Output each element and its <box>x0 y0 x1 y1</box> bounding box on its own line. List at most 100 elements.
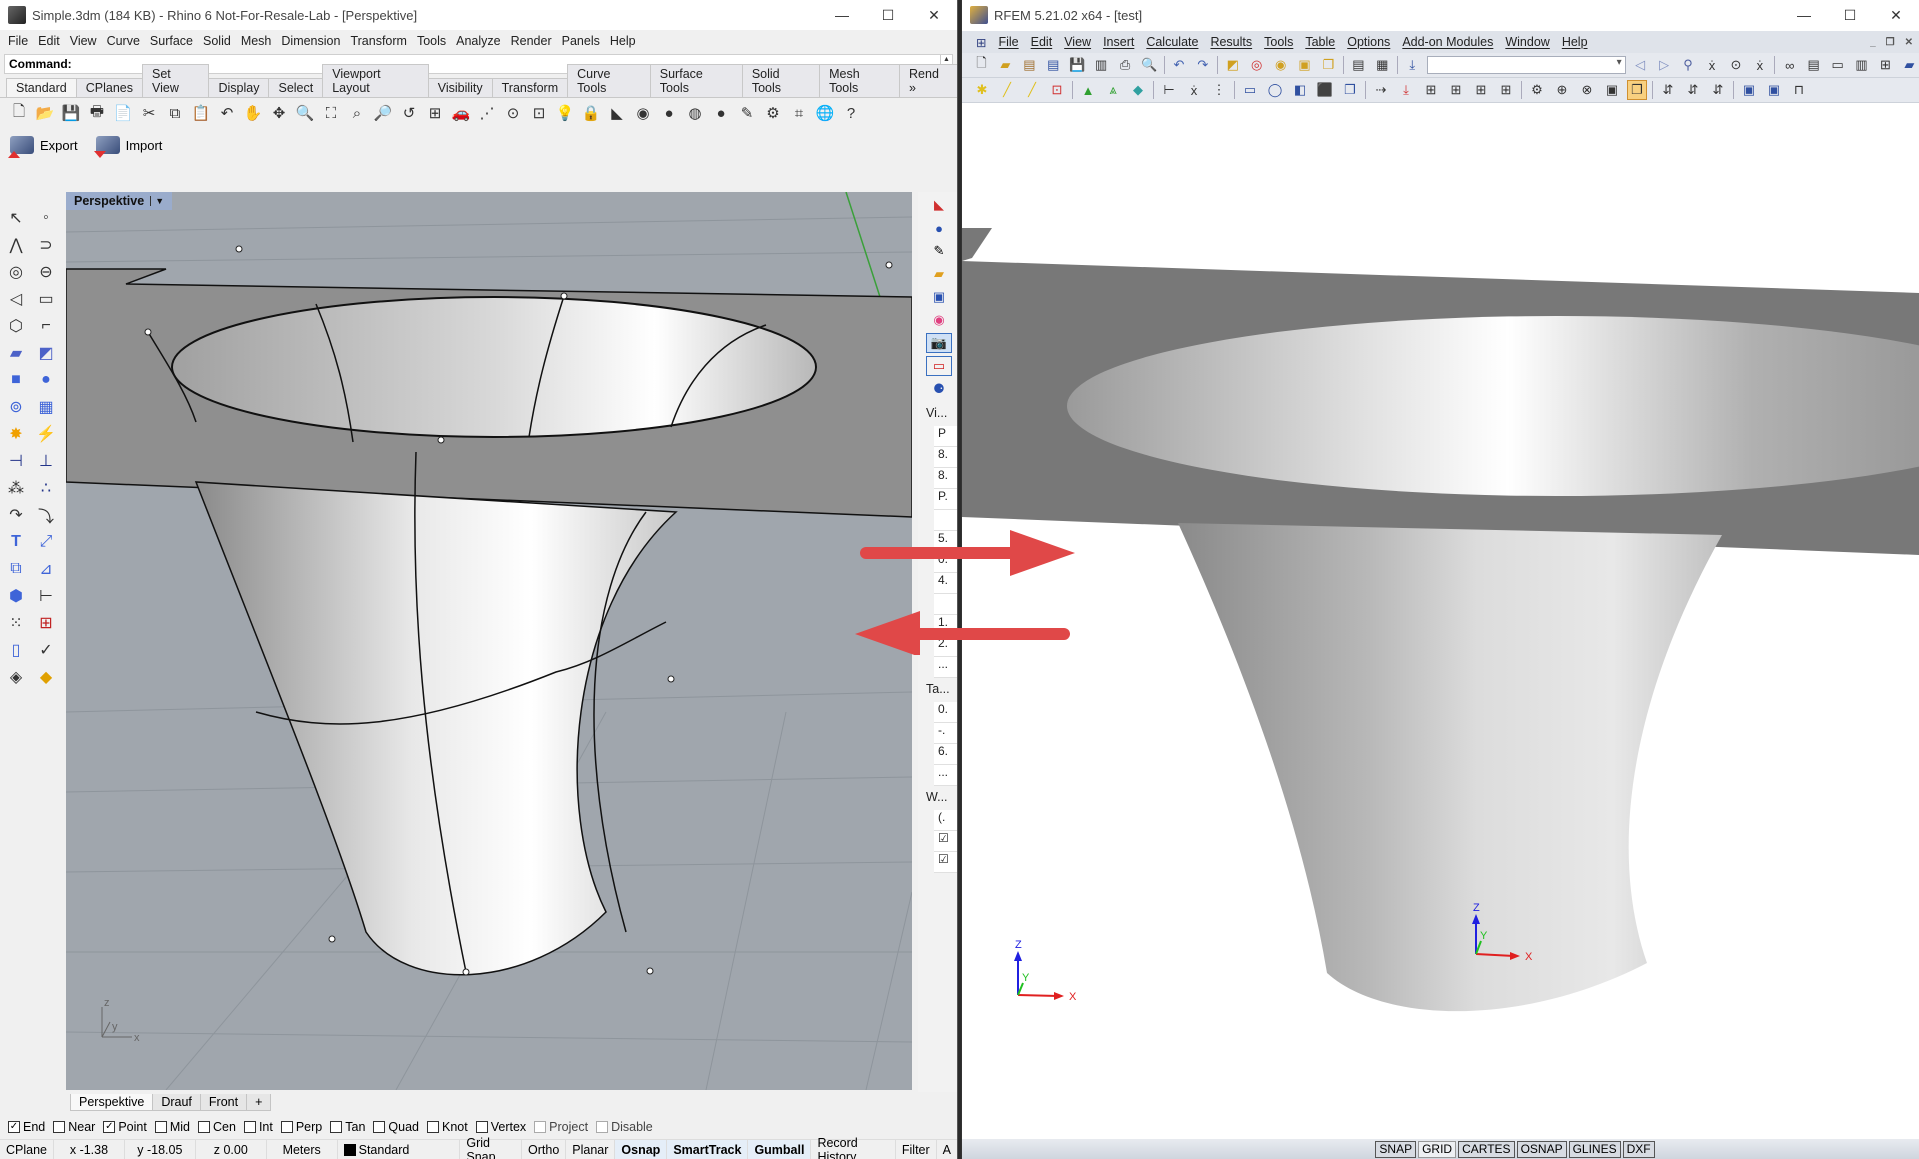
maximize-button[interactable]: ☐ <box>1827 0 1873 30</box>
render-icon[interactable]: ◈ <box>4 666 28 688</box>
status-toggle-grid[interactable]: GRID <box>1418 1140 1457 1158</box>
menu-results[interactable]: Results <box>1204 35 1258 49</box>
record-history-toggle[interactable]: Record History <box>811 1136 896 1159</box>
status-toggle-dxf[interactable]: DXF <box>1622 1140 1655 1158</box>
tab-mesh-tools[interactable]: Mesh Tools <box>819 64 901 97</box>
property-cell[interactable]: -. <box>934 723 957 744</box>
zoom-selected-icon[interactable]: 🔎 <box>372 102 394 124</box>
point-icon[interactable]: ◦ <box>34 207 58 229</box>
osnap-point-icon[interactable]: ⊡ <box>528 102 550 124</box>
group-icon[interactable]: ⁂ <box>4 477 28 499</box>
status-toggle-osnap[interactable]: OSNAP <box>1516 1140 1567 1158</box>
menu-dimension[interactable]: Dimension <box>279 34 348 48</box>
render-icon[interactable]: ⚙ <box>1527 80 1547 100</box>
display-icon[interactable]: ▣ <box>1739 80 1759 100</box>
view-x-icon[interactable]: ⇵ <box>1658 80 1678 100</box>
cut-icon[interactable]: ✂ <box>138 102 160 124</box>
copy-icon[interactable]: ⧉ <box>164 102 186 124</box>
property-cell[interactable]: ☑ <box>934 852 957 873</box>
osnap-checkbox[interactable] <box>596 1121 609 1133</box>
viewport-tab-perspektive[interactable]: Perspektive <box>70 1093 154 1111</box>
select-arrow-icon[interactable]: ↖ <box>4 207 28 229</box>
grid-snap-icon[interactable]: ⋰ <box>476 102 498 124</box>
redo-icon[interactable]: ↷ <box>1193 55 1212 75</box>
grid-snap-toggle[interactable]: Grid Snap <box>460 1136 523 1159</box>
zoom-extents-icon[interactable]: ⛶ <box>320 102 342 124</box>
new-file-icon[interactable]: 🗋 <box>8 102 30 124</box>
boolean-union-icon[interactable]: ● <box>34 369 58 391</box>
menu-options[interactable]: Options <box>1341 35 1396 49</box>
menu-insert[interactable]: Insert <box>1097 35 1140 49</box>
mdi-control-0[interactable]: _ <box>1870 37 1876 48</box>
property-cell[interactable]: ☑ <box>934 831 957 852</box>
zoom-window-icon[interactable]: 🔍 <box>294 102 316 124</box>
menu-solid[interactable]: Solid <box>201 34 239 48</box>
add-viewport-tab[interactable]: + <box>246 1093 272 1111</box>
blue-archive-icon[interactable]: ▤ <box>1044 55 1063 75</box>
import-button[interactable]: Import <box>93 136 162 158</box>
filter-toggle[interactable]: Filter <box>896 1139 937 1159</box>
planar-toggle[interactable]: Planar <box>566 1139 616 1159</box>
osnap-checkbox[interactable] <box>198 1121 210 1133</box>
osnap-knot[interactable]: Knot <box>427 1120 468 1134</box>
comment-icon[interactable]: ẋ <box>1184 80 1204 100</box>
values-2-icon[interactable]: ẋ <box>1750 55 1769 75</box>
property-cell[interactable]: P. <box>934 489 957 510</box>
box-view-icon[interactable]: ▣ <box>1602 80 1622 100</box>
frame-icon[interactable]: ⊓ <box>1789 80 1809 100</box>
import-file-icon[interactable]: 📄 <box>112 102 134 124</box>
units-label[interactable]: Meters <box>267 1139 338 1159</box>
open-file-icon[interactable]: ▰ <box>996 55 1015 75</box>
sphere-render-icon[interactable]: ◍ <box>684 102 706 124</box>
osnap-checkbox[interactable] <box>475 1121 488 1133</box>
tab-visibility[interactable]: Visibility <box>427 78 493 97</box>
polyline-icon[interactable]: ⋀ <box>4 234 28 256</box>
osnap-perp[interactable]: Perp <box>280 1120 322 1134</box>
property-cell[interactable]: ... <box>934 657 957 678</box>
ellipse-icon[interactable]: ⊖ <box>34 261 58 283</box>
menu-help[interactable]: Help <box>1556 35 1594 49</box>
undo-icon[interactable]: ↶ <box>1169 55 1188 75</box>
box-icon[interactable]: ■ <box>4 369 28 391</box>
circle-icon[interactable]: ◎ <box>4 261 28 283</box>
osnap-mid[interactable]: Mid <box>154 1120 190 1134</box>
cplane-label[interactable]: CPlane <box>0 1139 54 1159</box>
osnap-checkbox[interactable] <box>534 1121 547 1133</box>
osnap-point[interactable]: ✓ Point <box>103 1120 147 1134</box>
paste-icon[interactable]: 📋 <box>190 102 212 124</box>
undo-view-icon[interactable]: ↺ <box>398 102 420 124</box>
grid-table-icon[interactable]: ▦ <box>1373 55 1392 75</box>
menu-edit[interactable]: Edit <box>1025 35 1059 49</box>
menu-panels[interactable]: Panels <box>560 34 608 48</box>
osnap-end[interactable]: ✓ End <box>8 1120 45 1134</box>
glasses-icon[interactable]: ∞ <box>1780 55 1799 75</box>
new-line-icon[interactable]: ╱ <box>997 80 1017 100</box>
load-case-icon[interactable]: ⤓ <box>1403 55 1422 75</box>
mdi-control-1[interactable]: ❐ <box>1886 37 1895 48</box>
osnap-near[interactable]: Near <box>53 1120 95 1134</box>
property-cell[interactable]: ... <box>934 765 957 786</box>
osnap-checkbox[interactable]: ✓ <box>8 1121 20 1133</box>
analyze-icon[interactable]: ▯ <box>4 639 28 661</box>
osnap-checkbox[interactable] <box>53 1121 66 1133</box>
files-panel-icon[interactable]: ▰ <box>926 264 952 284</box>
values-icon[interactable]: ẋ <box>1703 55 1722 75</box>
circle-snap-icon[interactable]: ⊙ <box>502 102 524 124</box>
menu-help[interactable]: Help <box>608 34 644 48</box>
tab-rend[interactable]: Rend » <box>899 64 957 97</box>
view-y-icon[interactable]: ⇵ <box>1683 80 1703 100</box>
osnap-quad[interactable]: Quad <box>373 1120 419 1134</box>
printout-2-icon[interactable]: ▭ <box>1828 55 1847 75</box>
results-icon[interactable]: ⚲ <box>1679 55 1698 75</box>
zoom-dynamic-icon[interactable]: ⌕ <box>346 102 368 124</box>
mesh-icon[interactable]: ⊞ <box>1876 55 1895 75</box>
iso-view-icon[interactable]: ❐ <box>1627 80 1647 100</box>
previous-icon[interactable]: ◁ <box>1631 55 1650 75</box>
tab-viewport-layout[interactable]: Viewport Layout <box>322 64 429 97</box>
menu-render[interactable]: Render <box>509 34 560 48</box>
fillet-curve-icon[interactable]: ⌐ <box>34 315 58 337</box>
material-icon[interactable]: ◣ <box>606 102 628 124</box>
properties-panel-icon[interactable]: ● <box>926 218 952 238</box>
pan-icon[interactable]: ✋ <box>242 102 264 124</box>
export-icon[interactable]: ▰ <box>1900 55 1919 75</box>
